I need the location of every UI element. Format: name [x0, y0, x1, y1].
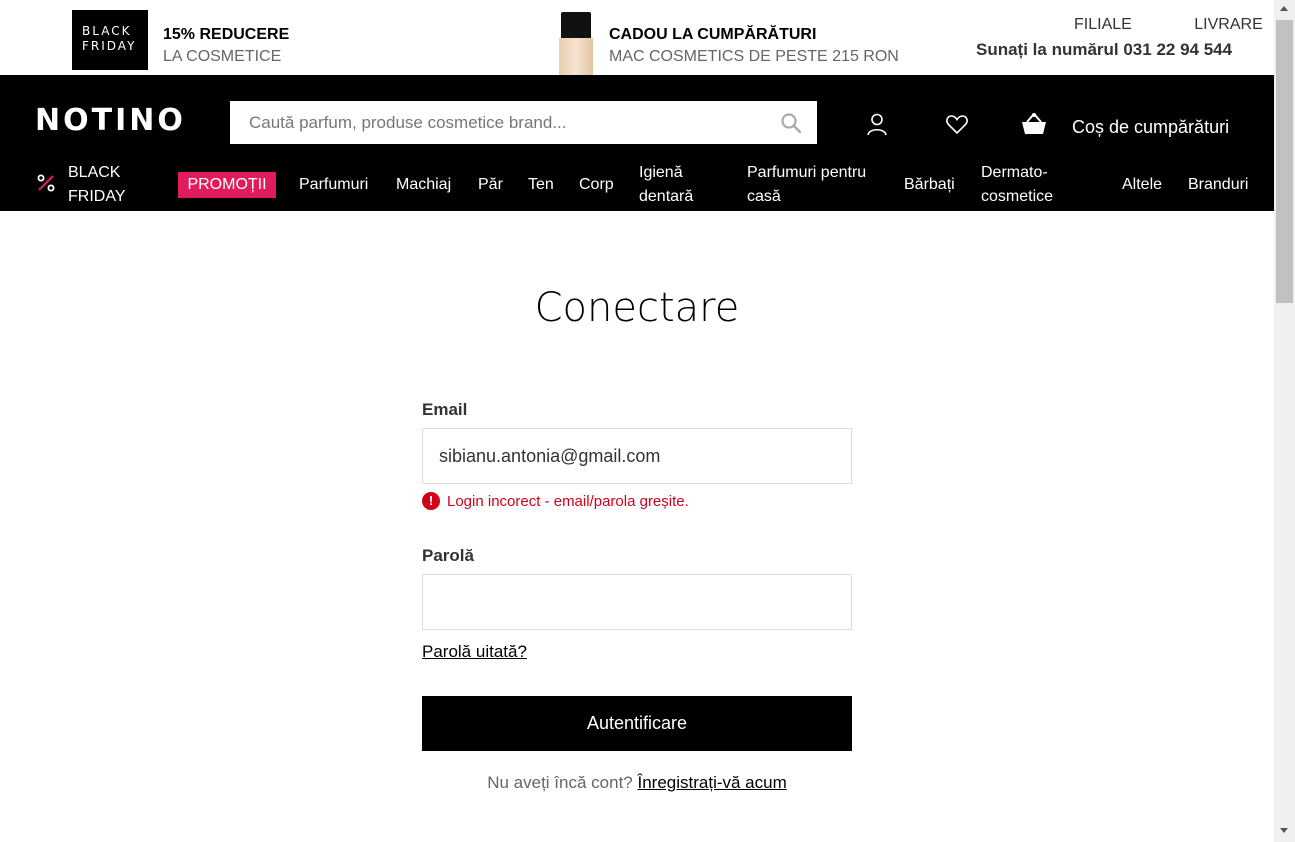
nav-dental-line2: dentară: [639, 188, 694, 205]
black-friday-badge[interactable]: BLACK FRIDAY: [72, 10, 148, 70]
delivery-link[interactable]: LIVRARE: [1194, 16, 1262, 33]
forgot-password-link[interactable]: Parolă uitată?: [422, 642, 527, 662]
nav-bf-line1: BLACK: [68, 164, 121, 181]
nav-perfumes[interactable]: Parfumuri: [299, 173, 368, 197]
promo-bar: BLACK FRIDAY 15% REDUCERE LA COSMETICE C…: [0, 0, 1274, 75]
nav-home-line1: Parfumuri pentru: [747, 164, 867, 181]
bf-badge-line2: FRIDAY: [82, 39, 137, 53]
no-account-text: Nu aveți încă cont?: [487, 773, 633, 792]
page-scrollbar[interactable]: [1274, 0, 1295, 842]
nav-dental[interactable]: Igienă dentară: [639, 161, 693, 209]
discount-title: 15% REDUCERE: [163, 26, 290, 43]
discount-promo[interactable]: 15% REDUCERE LA COSMETICE: [163, 26, 289, 66]
gift-subtitle: MAC COSMETICS DE PESTE 215 RON: [609, 48, 899, 65]
scroll-thumb[interactable]: [1276, 20, 1293, 303]
bf-badge-line1: BLACK: [82, 24, 132, 38]
register-link[interactable]: Înregistrați-vă acum: [637, 773, 786, 792]
search-icon[interactable]: [781, 113, 801, 133]
heart-icon[interactable]: [945, 112, 969, 136]
scroll-down-arrow-icon[interactable]: [1280, 828, 1288, 833]
phone-number: Sunați la numărul 031 22 94 544: [976, 40, 1233, 59]
stores-link[interactable]: FILIALE: [1074, 16, 1132, 33]
login-error: ! Login incorect - email/parola greșite.: [422, 492, 689, 510]
register-prompt: Nu aveți încă cont? Înregistrați-vă acum: [0, 773, 1274, 793]
nav-bf-line2: FRIDAY: [68, 188, 126, 205]
mac-bottle-image: [559, 12, 593, 75]
gift-promo[interactable]: CADOU LA CUMPĂRĂTURI MAC COSMETICS DE PE…: [609, 26, 899, 66]
nav-brands[interactable]: Branduri: [1188, 173, 1248, 197]
percent-icon: [37, 174, 55, 192]
search-box: [230, 101, 817, 144]
password-label: Parolă: [422, 546, 474, 565]
main-header: NOTINO Coș de cumpărături BLACK FRIDAY P…: [0, 75, 1274, 211]
nav-dermo-line1: Dermato-: [981, 164, 1048, 181]
error-icon: !: [422, 492, 440, 510]
nav-makeup[interactable]: Machiaj: [396, 173, 451, 197]
nav-black-friday[interactable]: BLACK FRIDAY: [68, 161, 125, 209]
nav-dental-line1: Igienă: [639, 164, 683, 181]
nav-home-fragrance[interactable]: Parfumuri pentru casă: [747, 161, 866, 209]
discount-subtitle: LA COSMETICE: [163, 48, 282, 65]
password-field[interactable]: [423, 575, 851, 629]
nav-body[interactable]: Corp: [579, 173, 614, 197]
scroll-up-arrow-icon[interactable]: [1280, 6, 1288, 11]
nav-men[interactable]: Bărbați: [904, 173, 955, 197]
login-error-text: Login incorect - email/parola greșite.: [447, 492, 689, 510]
nav-dermo[interactable]: Dermato- cosmetice: [981, 161, 1053, 209]
nav-dermo-line2: cosmetice: [981, 188, 1054, 205]
email-field[interactable]: [423, 429, 851, 483]
nav-home-line2: casă: [747, 188, 781, 205]
notino-logo[interactable]: NOTINO: [35, 103, 186, 138]
nav-hair[interactable]: Păr: [478, 173, 503, 197]
gift-title: CADOU LA CUMPĂRĂTURI: [609, 26, 817, 43]
nav-face[interactable]: Ten: [528, 173, 554, 197]
search-input[interactable]: [230, 101, 770, 144]
user-icon[interactable]: [865, 112, 889, 136]
password-field-wrapper: [422, 574, 852, 630]
email-field-wrapper: [422, 428, 852, 484]
login-button[interactable]: Autentificare: [422, 696, 852, 751]
nav-promotions[interactable]: PROMOȚII: [178, 172, 276, 198]
nav-other[interactable]: Altele: [1122, 173, 1162, 197]
page-title: Conectare: [534, 285, 740, 331]
email-label: Email: [422, 400, 468, 419]
top-links: FILIALE LIVRARE: [1074, 16, 1263, 34]
cart-label[interactable]: Coș de cumpărături: [1072, 117, 1229, 138]
cart-basket-icon[interactable]: [1021, 112, 1047, 136]
